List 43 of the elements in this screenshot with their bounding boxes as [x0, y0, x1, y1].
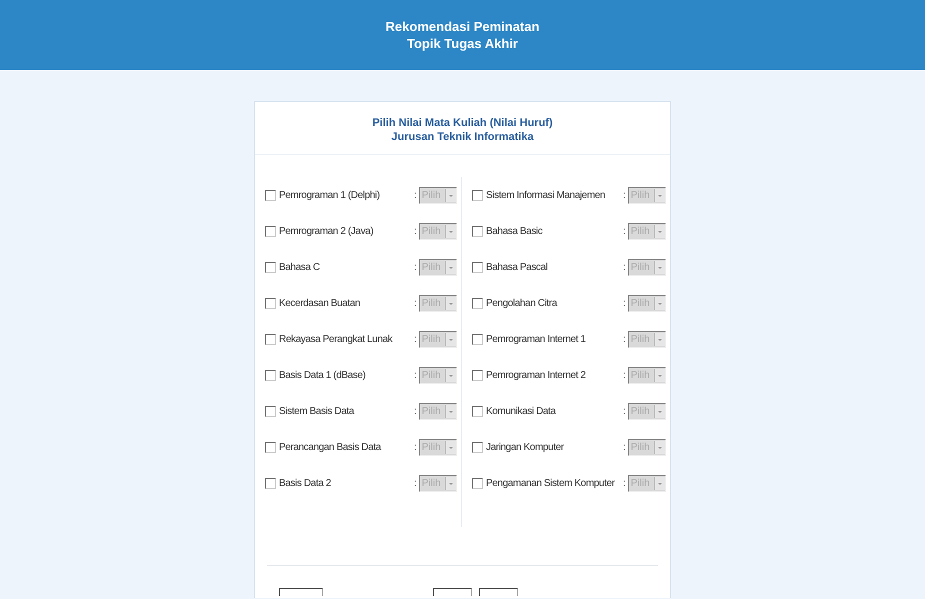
course-label: Kecerdasan Buatan	[279, 298, 362, 308]
colon-separator: :	[623, 298, 626, 308]
colon-separator: :	[414, 226, 417, 236]
colon-separator: :	[623, 406, 626, 416]
course-label: Basis Data 1 (dBase)	[279, 370, 366, 380]
course-label: Sistem Informasi Manajemen	[486, 190, 606, 200]
form-button[interactable]	[279, 588, 323, 596]
colon-separator: :	[414, 262, 417, 272]
course-label: Pemrograman Internet 1	[486, 334, 587, 344]
colon-separator: :	[414, 442, 417, 452]
colon-separator: :	[623, 190, 626, 200]
page-title: Topik Tugas Akhir	[407, 35, 518, 52]
colon-separator: :	[414, 334, 417, 344]
course-label: Pemrograman Internet 2	[486, 370, 587, 380]
colon-separator: :	[623, 478, 626, 488]
course-label: Jaringan Komputer	[486, 442, 565, 452]
course-label: Pemrograman 1 (Delphi)	[279, 190, 381, 200]
colon-separator: :	[414, 406, 417, 416]
colon-separator: :	[414, 190, 417, 200]
course-label: Bahasa Pascal	[486, 262, 549, 272]
colon-separator: :	[414, 298, 417, 308]
colon-separator: :	[623, 226, 626, 236]
course-label: Komunikasi Data	[486, 406, 557, 416]
colon-separator: :	[623, 262, 626, 272]
course-label: Rekayasa Perangkat Lunak	[279, 334, 394, 344]
colon-separator: :	[414, 478, 417, 488]
colon-separator: :	[414, 370, 417, 380]
course-label: Sistem Basis Data	[279, 406, 356, 416]
course-label: Pemrograman 2 (Java)	[279, 226, 374, 236]
course-label: Pengamanan Sistem Komputer	[486, 478, 616, 488]
form-title: Jurusan Teknik Informatika	[391, 130, 534, 144]
form-button[interactable]	[433, 588, 472, 596]
course-label: Pengolahan Citra	[486, 298, 558, 308]
course-label: Basis Data 2	[279, 478, 332, 488]
course-label: Bahasa Basic	[486, 226, 544, 236]
form-title: Pilih Nilai Mata Kuliah (Nilai Huruf)	[372, 116, 553, 130]
colon-separator: :	[623, 334, 626, 344]
course-label: Perancangan Basis Data	[279, 442, 382, 452]
page-title: Rekomendasi Peminatan	[386, 18, 540, 35]
course-label: Bahasa C	[279, 262, 321, 272]
form-button[interactable]	[479, 588, 518, 596]
colon-separator: :	[623, 370, 626, 380]
colon-separator: :	[623, 442, 626, 452]
